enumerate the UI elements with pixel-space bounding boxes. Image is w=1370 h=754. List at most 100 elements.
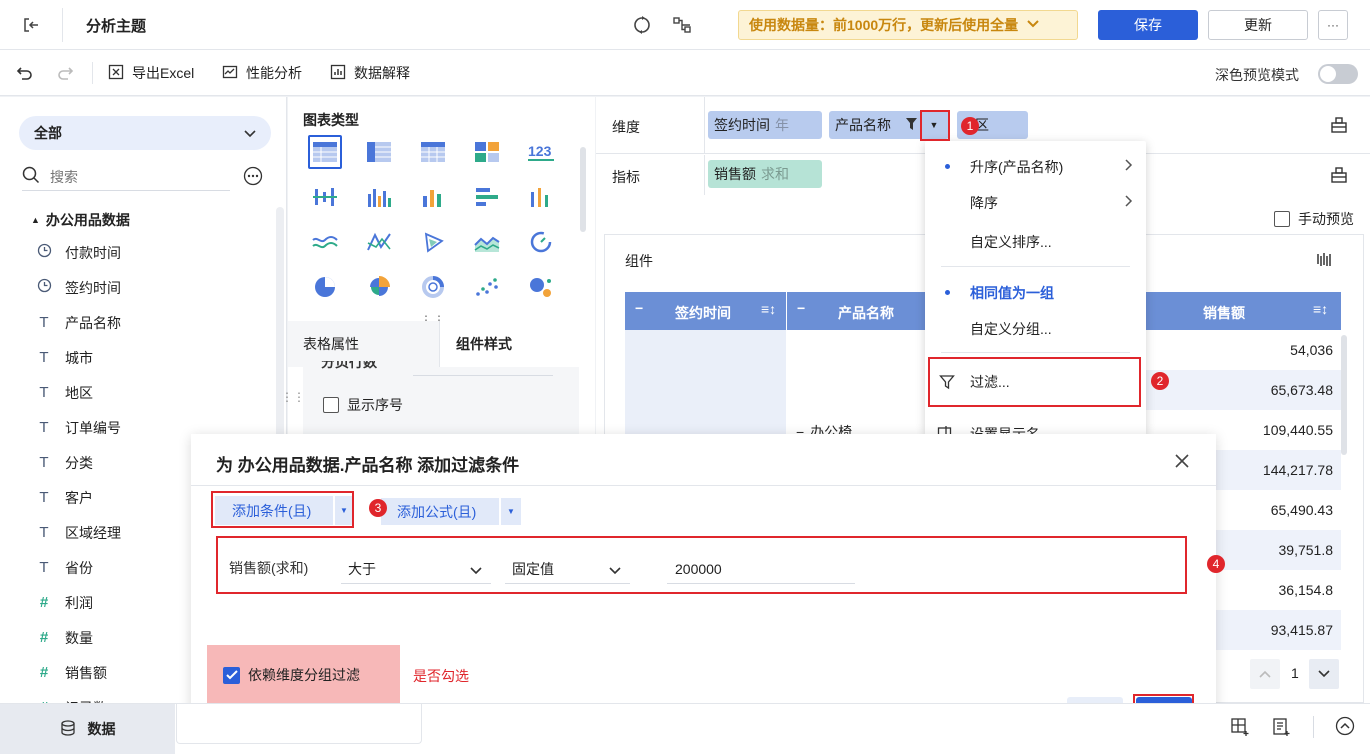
- radar-chart-icon[interactable]: [416, 225, 450, 259]
- field-item[interactable]: T 产品名称: [36, 305, 121, 340]
- field-item[interactable]: 付款时间: [36, 235, 121, 270]
- menu-item-custom-sort[interactable]: 自定义排序...: [925, 224, 1146, 260]
- field-name: 签约时间: [65, 279, 121, 296]
- table-node[interactable]: ▲ 办公用品数据: [31, 210, 130, 230]
- sort-icon[interactable]: ≡↕: [761, 301, 776, 317]
- field-item[interactable]: T 区域经理: [36, 515, 121, 550]
- data-usage-notice[interactable]: 使用数据量：前1000万行，更新后使用全量: [738, 10, 1078, 40]
- metric-pill-sales[interactable]: 销售额 求和: [708, 160, 822, 188]
- layout-icon[interactable]: [1329, 115, 1349, 135]
- line-chart-icon[interactable]: [308, 225, 342, 259]
- detail-table-icon[interactable]: [416, 135, 450, 169]
- bubble-chart-icon[interactable]: [524, 270, 558, 304]
- menu-item-sort-asc[interactable]: 升序(产品名称): [925, 149, 1146, 185]
- more-options-icon[interactable]: [243, 166, 263, 186]
- perf-analysis-button[interactable]: 性能分析: [222, 63, 302, 83]
- column-chart-icon[interactable]: [362, 180, 396, 214]
- bottom-bar: 数据: [0, 703, 1370, 754]
- field-item[interactable]: T 地区: [36, 375, 93, 410]
- gauge-icon[interactable]: [524, 225, 558, 259]
- data-tab[interactable]: 数据: [0, 704, 175, 754]
- depend-filter-checkbox[interactable]: 依赖维度分组过滤: [223, 665, 360, 685]
- table-scrollbar[interactable]: [1341, 335, 1347, 455]
- chart-type-grid: 123: [302, 135, 572, 305]
- field-item[interactable]: T 分类: [36, 445, 93, 480]
- notice-text: 使用数据量：前1000万行，更新后使用全量: [749, 17, 1019, 33]
- rose-chart-icon[interactable]: [362, 270, 396, 304]
- col-header-product-name[interactable]: 产品名称: [838, 303, 894, 323]
- more-button[interactable]: ···: [1318, 10, 1348, 40]
- table-chart-icon[interactable]: [308, 135, 342, 169]
- divider: [704, 97, 705, 154]
- divider: [191, 485, 1216, 486]
- field-name: 利润: [65, 594, 93, 611]
- field-item[interactable]: T 城市: [36, 340, 93, 375]
- add-formula-button[interactable]: 添加公式(且): [381, 498, 499, 525]
- chart-setting-icon[interactable]: [1315, 249, 1335, 269]
- field-name: 订单编号: [65, 419, 121, 436]
- menu-item-group-same[interactable]: 相同值为一组: [925, 275, 1146, 311]
- page-down-button[interactable]: [1309, 659, 1339, 689]
- collapse-icon[interactable]: −: [635, 300, 643, 316]
- field-item[interactable]: T 订单编号: [36, 410, 121, 445]
- refresh-icon[interactable]: [631, 14, 653, 36]
- add-dashboard-icon[interactable]: [1270, 716, 1292, 738]
- search-field[interactable]: [22, 163, 230, 191]
- pie-chart-icon[interactable]: [308, 270, 342, 304]
- bar-chart-icon[interactable]: [470, 180, 504, 214]
- exit-icon[interactable]: [18, 12, 44, 38]
- bidirectional-bar-icon[interactable]: [524, 180, 558, 214]
- show-index-checkbox[interactable]: 显示序号: [323, 395, 403, 415]
- step-badge-4: 4: [1207, 555, 1225, 573]
- add-component-icon[interactable]: [1229, 716, 1251, 738]
- text-type-icon: T: [39, 419, 49, 436]
- layout-icon[interactable]: [1329, 165, 1349, 185]
- collapse-up-icon[interactable]: [1334, 715, 1356, 737]
- mid-scrollbar[interactable]: [580, 147, 586, 232]
- explain-icon: [330, 64, 346, 83]
- perf-analysis-label: 性能分析: [246, 65, 302, 81]
- sort-icon[interactable]: ≡↕: [1313, 301, 1328, 317]
- cross-table-icon[interactable]: [362, 135, 396, 169]
- field-item[interactable]: # 数量: [36, 620, 93, 655]
- grouped-bar-icon[interactable]: [308, 180, 342, 214]
- field-item[interactable]: # 利润: [36, 585, 93, 620]
- number-indicator-icon[interactable]: 123: [524, 135, 558, 169]
- collapse-icon[interactable]: −: [797, 300, 805, 316]
- add-formula-dropdown[interactable]: ▼: [501, 498, 521, 525]
- menu-item-custom-group[interactable]: 自定义分组...: [925, 311, 1146, 347]
- menu-item-display-name[interactable]: 设置显示名: [925, 416, 1146, 436]
- scatter-chart-icon[interactable]: [470, 270, 504, 304]
- close-icon[interactable]: [1171, 450, 1193, 472]
- col-header-sign-time[interactable]: 签约时间: [675, 303, 731, 323]
- save-button[interactable]: 保存: [1098, 10, 1198, 40]
- area-chart-icon[interactable]: [470, 225, 504, 259]
- menu-item-sort-desc[interactable]: 降序: [925, 185, 1146, 221]
- scope-select[interactable]: 全部: [19, 116, 271, 150]
- stacked-column-icon[interactable]: [416, 180, 450, 214]
- dark-mode-toggle[interactable]: [1318, 64, 1358, 84]
- tab-component-style[interactable]: 组件样式: [440, 321, 595, 367]
- field-item[interactable]: T 省份: [36, 550, 93, 585]
- search-input[interactable]: [50, 168, 210, 185]
- redo-icon[interactable]: [54, 62, 76, 84]
- undo-icon[interactable]: [14, 62, 36, 84]
- panel-drag-handle[interactable]: ⋮⋮: [281, 390, 305, 404]
- data-explain-button[interactable]: 数据解释: [330, 63, 410, 83]
- step-badge-3: 3: [369, 499, 387, 517]
- donut-chart-icon[interactable]: [416, 270, 450, 304]
- field-item[interactable]: 签约时间: [36, 270, 121, 305]
- kpi-card-icon[interactable]: [470, 135, 504, 169]
- col-header-sales[interactable]: 销售额: [1203, 303, 1245, 323]
- manual-preview-checkbox[interactable]: 手动预览: [1274, 209, 1354, 229]
- page-up-button[interactable]: [1250, 659, 1280, 689]
- update-button[interactable]: 更新: [1208, 10, 1308, 40]
- field-item[interactable]: T 客户: [36, 480, 93, 515]
- export-excel-button[interactable]: 导出Excel: [108, 63, 194, 83]
- field-item[interactable]: # 销售额: [36, 655, 107, 690]
- chevron-down-icon: [1026, 18, 1040, 32]
- lineage-icon[interactable]: [671, 14, 693, 36]
- polyline-chart-icon[interactable]: [362, 225, 396, 259]
- highlight-box-condition: [216, 536, 1187, 594]
- dim-pill-sign-time[interactable]: 签约时间 年: [708, 111, 822, 139]
